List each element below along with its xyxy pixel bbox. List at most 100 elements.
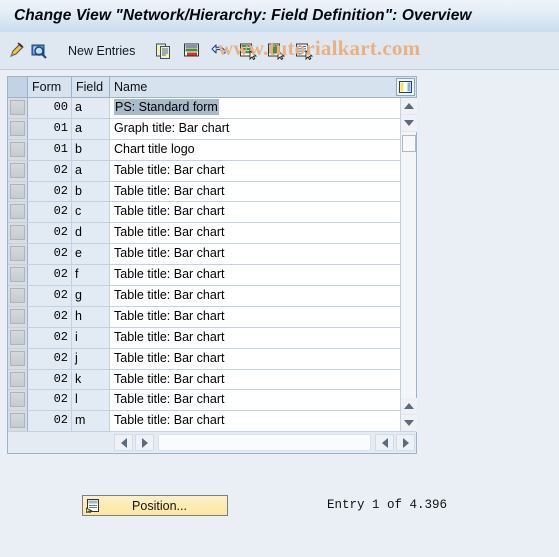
cell-field[interactable]: d [72,223,110,244]
table-row[interactable]: 02 b Table title: Bar chart [8,181,401,203]
cell-name[interactable]: Table title: Bar chart [110,286,401,306]
scroll-left-button-2[interactable] [375,434,394,451]
scroll-left-button[interactable] [114,434,133,451]
row-select-button[interactable] [8,244,28,265]
column-header-form[interactable]: Form [28,77,72,97]
cell-form[interactable]: 02 [28,306,72,327]
row-select-button[interactable] [8,306,28,327]
change-pencil-icon[interactable] [6,38,28,64]
cell-form[interactable]: 02 [28,244,72,265]
cell-form[interactable]: 02 [28,160,72,181]
cell-field[interactable]: b [72,181,110,202]
cell-form[interactable]: 02 [28,286,72,306]
scroll-right-button[interactable] [135,434,154,451]
header-select-all-cell[interactable] [8,77,28,97]
cell-form[interactable]: 02 [28,202,72,223]
row-select-button[interactable] [8,98,28,118]
position-button[interactable]: Position... [82,495,228,516]
cell-form[interactable]: 02 [28,265,72,286]
row-select-button[interactable] [8,118,28,139]
deselect-all-icon[interactable] [265,38,287,64]
scroll-right-button-2[interactable] [396,434,415,451]
cell-name[interactable]: PS: Standard form [110,98,401,118]
select-all-icon[interactable] [237,38,259,64]
cell-field[interactable]: l [72,390,110,411]
cell-name[interactable]: Chart title logo [110,139,401,160]
cell-name[interactable]: Graph title: Bar chart [110,118,401,139]
table-settings-icon[interactable] [396,78,415,96]
cell-form[interactable]: 01 [28,139,72,160]
horizontal-scrollbar[interactable] [8,431,416,453]
table-row[interactable]: 02 k Table title: Bar chart [8,369,401,391]
cell-field[interactable]: a [72,98,110,118]
cell-name[interactable]: Table title: Bar chart [110,369,401,390]
vertical-scrollbar[interactable] [400,98,417,432]
cell-field[interactable]: j [72,348,110,369]
cell-field[interactable]: m [72,411,110,432]
table-row[interactable]: 02 j Table title: Bar chart [8,348,401,370]
row-select-button[interactable] [8,202,28,223]
cell-name[interactable]: Table title: Bar chart [110,327,401,348]
cell-field[interactable]: i [72,327,110,348]
vertical-scroll-thumb[interactable] [401,135,416,152]
cell-field[interactable]: a [72,160,110,181]
cell-name[interactable]: Table title: Bar chart [110,265,401,286]
cell-field[interactable]: b [72,139,110,160]
cell-form[interactable]: 02 [28,390,72,411]
cell-name[interactable]: Table title: Bar chart [110,411,401,432]
scroll-page-down-button[interactable] [401,415,417,432]
cell-field[interactable]: e [72,244,110,265]
cell-form[interactable]: 02 [28,348,72,369]
scroll-page-up-button[interactable] [401,398,417,415]
table-row[interactable]: 02 c Table title: Bar chart [8,202,401,224]
cell-name[interactable]: Table title: Bar chart [110,202,401,223]
row-select-button[interactable] [8,160,28,181]
row-select-button[interactable] [8,223,28,244]
cell-form[interactable]: 02 [28,327,72,348]
table-row[interactable]: 02 d Table title: Bar chart [8,223,401,245]
cell-name[interactable]: Table title: Bar chart [110,390,401,411]
cell-form[interactable]: 00 [28,98,72,118]
undo-icon[interactable] [209,38,231,64]
table-row[interactable]: 01 a Graph title: Bar chart [8,118,401,140]
table-row[interactable]: 02 i Table title: Bar chart [8,327,401,349]
cell-form[interactable]: 01 [28,118,72,139]
table-row[interactable]: 02 e Table title: Bar chart [8,244,401,266]
table-row[interactable]: 02 h Table title: Bar chart [8,306,401,328]
row-select-button[interactable] [8,390,28,411]
display-magnifier-icon[interactable] [28,38,50,64]
cell-field[interactable]: f [72,265,110,286]
cell-name[interactable]: Table title: Bar chart [110,223,401,244]
row-select-button[interactable] [8,286,28,306]
cell-field[interactable]: a [72,118,110,139]
cell-field[interactable]: c [72,202,110,223]
cell-form[interactable]: 02 [28,223,72,244]
cell-name[interactable]: Table title: Bar chart [110,348,401,369]
table-row[interactable]: 00 a PS: Standard form [8,98,401,119]
column-header-name[interactable]: Name [110,77,416,97]
cell-field[interactable]: g [72,286,110,306]
new-entries-button[interactable]: New Entries [64,38,139,64]
cell-name[interactable]: Table title: Bar chart [110,181,401,202]
cell-name[interactable]: Table title: Bar chart [110,244,401,265]
cell-name[interactable]: Table title: Bar chart [110,160,401,181]
row-select-button[interactable] [8,139,28,160]
row-select-button[interactable] [8,411,28,432]
table-row[interactable]: 02 f Table title: Bar chart [8,265,401,287]
cell-form[interactable]: 02 [28,411,72,432]
column-header-field[interactable]: Field [72,77,110,97]
copy-icon[interactable] [153,38,175,64]
table-row[interactable]: 01 b Chart title logo [8,139,401,161]
scroll-up-button[interactable] [401,98,417,115]
row-select-button[interactable] [8,348,28,369]
table-row[interactable]: 02 a Table title: Bar chart [8,160,401,182]
delete-row-icon[interactable] [181,38,203,64]
row-select-button[interactable] [8,181,28,202]
cell-form[interactable]: 02 [28,369,72,390]
table-row[interactable]: 02 l Table title: Bar chart [8,390,401,412]
row-select-button[interactable] [8,265,28,286]
cell-field[interactable]: h [72,306,110,327]
row-select-button[interactable] [8,369,28,390]
scroll-down-button[interactable] [401,115,417,132]
table-row[interactable]: 02 m Table title: Bar chart [8,411,401,432]
